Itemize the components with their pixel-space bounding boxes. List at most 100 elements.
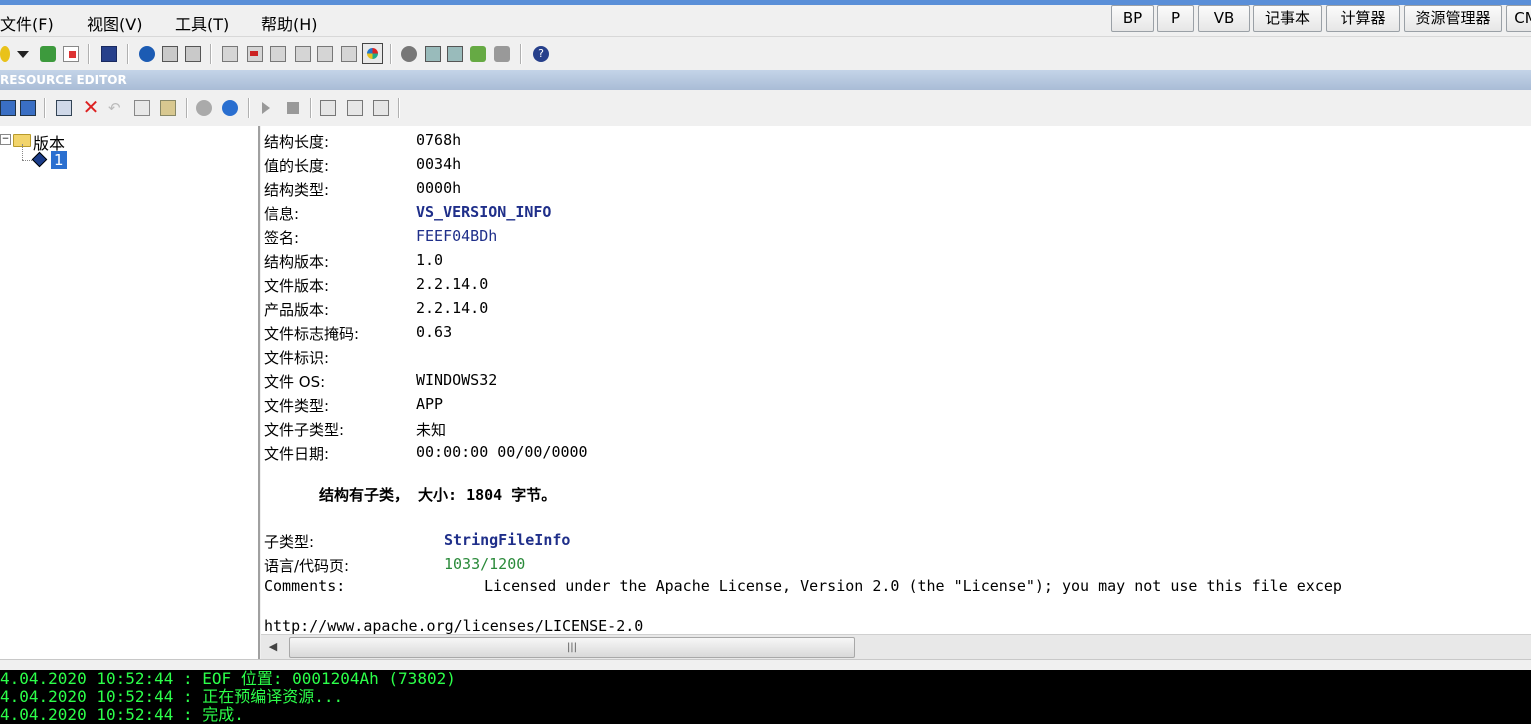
field-value: 0.63 <box>416 323 453 341</box>
save-icon[interactable] <box>101 46 117 62</box>
quick-button-bp[interactable]: BP <box>1111 5 1154 32</box>
menu-file[interactable]: 文件(F) <box>0 11 54 35</box>
menu-help[interactable]: 帮助(H) <box>261 11 318 35</box>
field-value: 0034h <box>416 155 462 173</box>
toolbar-separator <box>44 98 46 118</box>
table-icon[interactable] <box>185 46 201 62</box>
search-document-icon[interactable] <box>347 100 363 116</box>
field-label: 文件 OS: <box>264 373 326 391</box>
down-icon[interactable] <box>196 100 212 116</box>
graph-icon[interactable] <box>320 100 336 116</box>
language-value: 1033/1200 <box>444 555 526 573</box>
horizontal-scrollbar[interactable]: ◀ ||| <box>261 634 1531 660</box>
merge-icon[interactable] <box>270 46 286 62</box>
reload-icon[interactable] <box>40 46 56 62</box>
field-label: 结构长度: <box>264 133 330 151</box>
field-label: 结构类型: <box>264 181 330 199</box>
resource-tree: − 版本 1 <box>0 126 260 659</box>
up-icon[interactable] <box>222 100 238 116</box>
windows-icon[interactable] <box>447 46 463 62</box>
delete-icon[interactable]: ✕ <box>82 97 100 117</box>
field-label: 值的长度: <box>264 157 330 175</box>
log-console: 4.04.2020 10:52:44 : EOF 位置: 0001204Ah (… <box>0 670 1531 724</box>
field-label: 文件标志掩码: <box>264 325 360 343</box>
copy-icon[interactable] <box>134 100 150 116</box>
page-icon[interactable] <box>295 46 311 62</box>
comments-label: Comments: <box>264 577 346 595</box>
field-value: VS_VERSION_INFO <box>416 203 552 221</box>
toolbar-separator <box>88 44 90 64</box>
log-line: 4.04.2020 10:52:44 : 正在预编译资源... <box>0 687 344 706</box>
menu-tools[interactable]: 工具(T) <box>175 11 229 35</box>
quick-button-notepad[interactable]: 记事本 <box>1253 5 1322 32</box>
camera-icon[interactable] <box>373 100 389 116</box>
paste-icon[interactable] <box>160 100 176 116</box>
toolbar-separator <box>398 98 400 118</box>
field-label: 文件版本: <box>264 277 330 295</box>
field-value: 2.2.14.0 <box>416 299 489 317</box>
log-line: 4.04.2020 10:52:44 : EOF 位置: 0001204Ah (… <box>0 670 456 688</box>
field-label: 信息: <box>264 205 300 223</box>
play-icon[interactable] <box>262 102 270 114</box>
refresh-page-icon[interactable] <box>341 46 357 62</box>
field-value: 0000h <box>416 179 462 197</box>
toolbar-separator <box>186 98 188 118</box>
export-icon[interactable] <box>247 46 263 62</box>
field-value: 00:00:00 00/00/0000 <box>416 443 588 461</box>
plugin-icon[interactable] <box>470 46 486 62</box>
scroll-thumb[interactable]: ||| <box>289 637 855 658</box>
field-value: WINDOWS32 <box>416 371 498 389</box>
quick-button-cm[interactable]: CM <box>1506 5 1531 32</box>
field-label: 结构版本: <box>264 253 330 271</box>
quick-button-explorer[interactable]: 资源管理器 <box>1404 5 1502 32</box>
undo-icon[interactable]: ↶ <box>108 100 124 116</box>
save-all-icon[interactable] <box>20 100 36 116</box>
info-icon[interactable] <box>139 46 155 62</box>
compass-icon[interactable] <box>362 43 383 64</box>
import-icon[interactable] <box>222 46 238 62</box>
language-label: 语言/代码页: <box>264 557 350 575</box>
subtype-label: 子类型: <box>264 533 315 551</box>
tree-icon[interactable] <box>425 46 441 62</box>
list-icon[interactable] <box>162 46 178 62</box>
scroll-left-icon[interactable]: ◀ <box>261 637 285 657</box>
main-toolbar: ? <box>0 36 1531 71</box>
toolbar-separator <box>127 44 129 64</box>
home-icon[interactable] <box>0 100 16 116</box>
open-icon[interactable] <box>0 46 10 62</box>
field-value: 2.2.14.0 <box>416 275 489 293</box>
close-file-icon[interactable] <box>63 46 79 62</box>
field-value: 未知 <box>416 421 447 439</box>
field-label: 产品版本: <box>264 301 330 319</box>
menu-bar: 文件(F) 视图(V) 工具(T) 帮助(H) BP P VB 记事本 计算器 … <box>0 0 1531 36</box>
field-label: 文件标识: <box>264 349 330 367</box>
settings-icon[interactable] <box>401 46 417 62</box>
field-label: 文件子类型: <box>264 421 345 439</box>
stop-icon[interactable] <box>287 102 299 114</box>
quick-button-p[interactable]: P <box>1157 5 1194 32</box>
collapse-icon[interactable]: − <box>0 134 11 145</box>
log-line: 4.04.2020 10:52:44 : 完成. <box>0 705 244 724</box>
resource-editor-header: RESOURCE EDITOR <box>0 70 1531 90</box>
resource-diamond-icon <box>31 151 48 168</box>
tools-icon[interactable] <box>494 46 510 62</box>
tree-line <box>22 144 24 160</box>
field-value: 0768h <box>416 131 462 149</box>
chart-icon[interactable] <box>317 46 333 62</box>
dropdown-arrow-icon[interactable] <box>17 51 29 58</box>
menu-view[interactable]: 视图(V) <box>87 11 142 35</box>
toolbar-separator <box>310 98 312 118</box>
quick-button-calculator[interactable]: 计算器 <box>1326 5 1400 32</box>
new-resource-icon[interactable] <box>56 100 72 116</box>
field-label: 文件日期: <box>264 445 330 463</box>
field-label: 签名: <box>264 229 300 247</box>
field-value: APP <box>416 395 444 413</box>
field-label: 文件类型: <box>264 397 330 415</box>
license-url: http://www.apache.org/licenses/LICENSE-2… <box>264 617 644 634</box>
comments-row: Comments: Licensed under the Apache Lice… <box>264 577 1531 601</box>
comments-value: Licensed under the Apache License, Versi… <box>484 577 1342 595</box>
toolbar-separator <box>390 44 392 64</box>
resource-toolbar: ✕ ↶ <box>0 92 1531 124</box>
help-icon[interactable]: ? <box>533 46 549 62</box>
quick-button-vb[interactable]: VB <box>1198 5 1250 32</box>
